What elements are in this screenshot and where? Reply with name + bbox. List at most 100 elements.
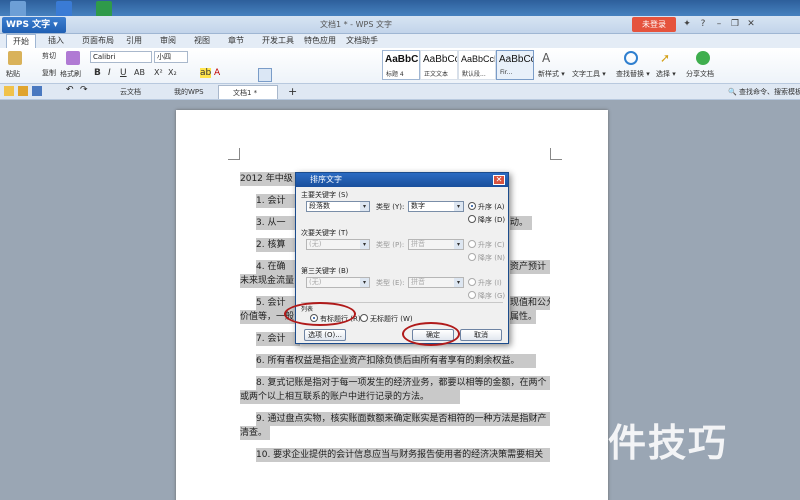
tab-cloud-docs[interactable]: 云文档: [106, 85, 156, 99]
font-size-select[interactable]: 小四: [154, 51, 188, 63]
third-key-select[interactable]: (无) ▾: [306, 277, 370, 288]
tab-developer[interactable]: 开发工具: [262, 34, 294, 48]
wps-menu-button[interactable]: WPS 文字 ▾: [2, 17, 66, 33]
primary-desc-radio[interactable]: [468, 215, 476, 223]
secondary-desc-label: 降序 (N): [478, 254, 505, 262]
secondary-key-label: 次要关键字 (T): [301, 229, 348, 237]
subscript-button[interactable]: X₂: [168, 68, 177, 77]
style-name: 标题 4: [386, 71, 404, 78]
help-icon[interactable]: ?: [696, 18, 710, 31]
primary-type-select[interactable]: 数字 ▾: [408, 201, 464, 212]
desktop-app-icon[interactable]: [56, 1, 72, 17]
format-painter-icon[interactable]: [66, 51, 80, 65]
paste-button[interactable]: 粘贴: [6, 69, 20, 79]
justify-icon[interactable]: [306, 68, 320, 82]
third-asc-radio[interactable]: [468, 278, 476, 286]
cut-button[interactable]: 剪切: [42, 51, 56, 61]
secondary-asc-label: 升序 (C): [478, 241, 505, 249]
align-center-icon[interactable]: [274, 68, 288, 82]
find-replace-icon[interactable]: [624, 51, 638, 65]
style-heading4[interactable]: AaBbC 标题 4: [382, 50, 420, 80]
no-header-radio[interactable]: [360, 314, 368, 322]
document-fragment: 动。: [510, 216, 532, 230]
save-icon[interactable]: [32, 86, 42, 96]
bold-button[interactable]: B: [94, 68, 101, 78]
text-tools-button[interactable]: 文字工具 ▾: [572, 69, 606, 79]
select-button[interactable]: 选择 ▾: [656, 69, 676, 79]
style-body-text[interactable]: AaBbCc 正文文本: [420, 50, 458, 80]
align-left-icon[interactable]: [258, 68, 272, 82]
type-label: 类型 (Y):: [376, 203, 405, 211]
italic-button[interactable]: I: [108, 68, 111, 78]
underline-button[interactable]: U: [120, 68, 127, 78]
find-replace-button[interactable]: 查找替换 ▾: [616, 69, 650, 79]
tab-chapter[interactable]: 章节: [228, 34, 244, 48]
highlight-button[interactable]: ab: [200, 68, 212, 78]
tab-insert[interactable]: 插入: [48, 34, 64, 48]
options-button[interactable]: 选项 (O)...: [304, 329, 346, 341]
desktop-computer-icon[interactable]: [10, 1, 26, 17]
style-default-paragraph[interactable]: AaBbCcD 默认段...: [458, 50, 496, 80]
document-line: 1. 会计: [256, 194, 300, 208]
new-tab-button[interactable]: +: [288, 85, 297, 98]
close-icon[interactable]: ✕: [744, 18, 758, 31]
new-style-icon[interactable]: A: [542, 51, 556, 65]
tab-view[interactable]: 视图: [194, 34, 210, 48]
share-doc-button[interactable]: 分享文档: [686, 69, 714, 79]
secondary-desc-radio[interactable]: [468, 253, 476, 261]
cancel-button[interactable]: 取消: [460, 329, 502, 341]
ribbon-tabs: 开始 插入 页面布局 引用 审阅 视图 章节 开发工具 特色应用 文档助手: [0, 34, 800, 48]
style-preview: AaBbC: [385, 54, 419, 65]
share-icon[interactable]: [696, 51, 710, 65]
tab-page-layout[interactable]: 页面布局: [82, 34, 114, 48]
format-painter-button[interactable]: 格式刷: [60, 69, 81, 79]
document-line: 未来现金流量: [240, 274, 300, 288]
font-name-select[interactable]: Calibri: [90, 51, 152, 63]
redo-icon[interactable]: ↷: [80, 85, 90, 95]
tab-special[interactable]: 特色应用: [304, 34, 336, 48]
secondary-type-select[interactable]: 拼音 ▾: [408, 239, 464, 250]
font-color-button[interactable]: A: [214, 68, 220, 78]
margin-corner: [228, 148, 240, 160]
secondary-key-select[interactable]: (无) ▾: [306, 239, 370, 250]
paste-icon[interactable]: [8, 51, 22, 65]
document-tab-bar: ↶ ↷ 云文档 我的WPS 文档1 * + 🔍 查找命令、搜索模板: [0, 84, 800, 100]
command-search[interactable]: 🔍 查找命令、搜索模板: [728, 87, 800, 97]
tab-review[interactable]: 审阅: [160, 34, 176, 48]
undo-icon[interactable]: ↶: [66, 85, 76, 95]
skin-icon[interactable]: ✦: [680, 18, 694, 31]
superscript-button[interactable]: X²: [154, 68, 163, 77]
dialog-close-icon[interactable]: ✕: [493, 175, 505, 185]
title-bar: WPS 文字 ▾ 文档1 * - WPS 文字 未登录 ✦ ? – ❐ ✕: [0, 16, 800, 34]
shading-icon[interactable]: [342, 68, 356, 82]
tab-references[interactable]: 引用: [126, 34, 142, 48]
third-desc-radio[interactable]: [468, 291, 476, 299]
align-right-icon[interactable]: [290, 68, 304, 82]
tab-document1[interactable]: 文档1 *: [218, 85, 278, 99]
third-type-label: 类型 (E):: [376, 279, 405, 287]
desktop-excel-icon[interactable]: [96, 1, 112, 17]
tab-doc-assistant[interactable]: 文档助手: [346, 34, 378, 48]
margin-corner: [550, 148, 562, 160]
bullets-icon[interactable]: [258, 51, 272, 65]
dialog-title: 排序文字: [296, 173, 508, 187]
primary-asc-radio[interactable]: [468, 202, 476, 210]
new-file-icon[interactable]: [4, 86, 14, 96]
select-icon[interactable]: ➚: [660, 51, 674, 65]
copy-button[interactable]: 复制: [42, 68, 56, 78]
style-first[interactable]: AaBbCc Fir...: [496, 50, 534, 80]
new-style-button[interactable]: 新样式 ▾: [538, 69, 565, 79]
secondary-asc-radio[interactable]: [468, 240, 476, 248]
tab-my-wps[interactable]: 我的WPS: [160, 85, 216, 99]
login-button[interactable]: 未登录: [632, 17, 676, 32]
open-file-icon[interactable]: [18, 86, 28, 96]
numbering-icon[interactable]: [276, 51, 290, 65]
third-key-value: (无): [309, 278, 322, 286]
primary-key-select[interactable]: 段落数 ▾: [306, 201, 370, 212]
strikethrough-button[interactable]: AB: [134, 68, 145, 77]
minimize-icon[interactable]: –: [712, 18, 726, 31]
tab-home[interactable]: 开始: [6, 34, 36, 48]
third-type-select[interactable]: 拼音 ▾: [408, 277, 464, 288]
third-key-label: 第三关键字 (B): [301, 267, 349, 275]
restore-icon[interactable]: ❐: [728, 18, 742, 31]
